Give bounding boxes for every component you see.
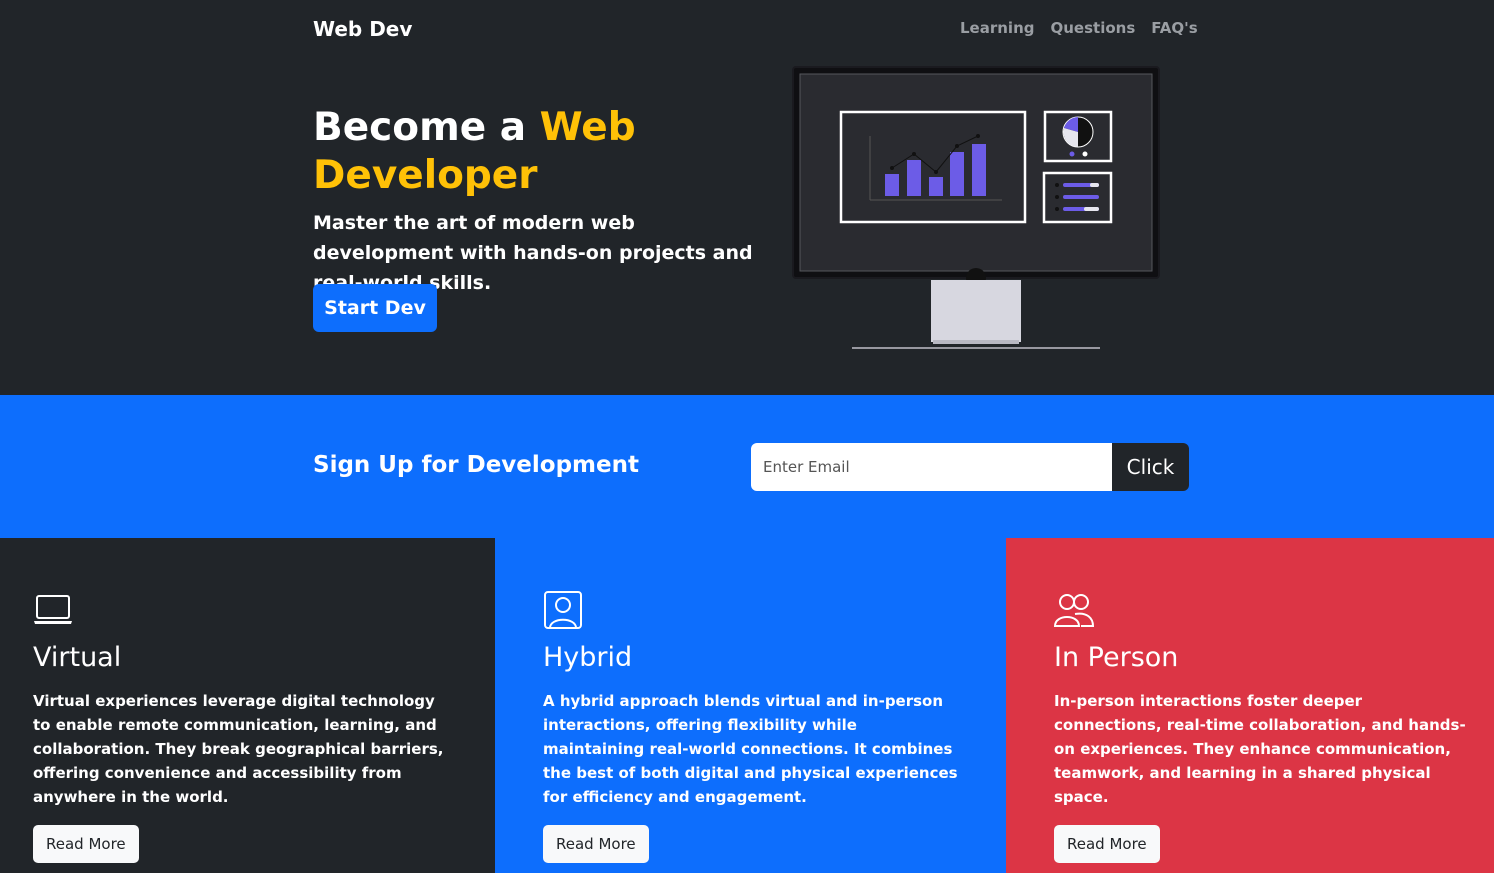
nav-links: Learning Questions FAQ's	[960, 19, 1198, 37]
laptop-icon	[34, 595, 72, 624]
card-text: In-person interactions foster deeper con…	[1054, 692, 1466, 806]
signup-submit-button[interactable]: Click	[1112, 443, 1189, 491]
email-input[interactable]	[751, 443, 1112, 491]
read-more-button[interactable]: Read More	[33, 825, 139, 863]
card-text: A hybrid approach blends virtual and in-…	[543, 692, 958, 806]
brand-logo[interactable]: Web Dev	[313, 17, 412, 41]
top-navbar: Web Dev Learning Questions FAQ's	[0, 0, 1494, 58]
signup-title: Sign Up for Development	[313, 452, 639, 478]
hero-title: Become a Web Developer	[313, 104, 753, 200]
card-virtual: Virtual Virtual experiences leverage dig…	[0, 538, 495, 873]
start-dev-button[interactable]: Start Dev	[313, 284, 437, 332]
monitor-dashboard-illustration	[792, 66, 1160, 349]
card-text: Virtual experiences leverage digital tec…	[33, 692, 444, 806]
card-hybrid: Hybrid A hybrid approach blends virtual …	[495, 538, 1006, 873]
card-title: In Person	[1054, 642, 1179, 673]
nav-link-questions[interactable]: Questions	[1051, 19, 1136, 37]
read-more-button[interactable]: Read More	[543, 825, 649, 863]
hero-section: Become a Web Developer Master the art of…	[0, 0, 1494, 395]
person-badge-icon	[544, 591, 582, 629]
people-icon	[1054, 594, 1094, 627]
card-title: Virtual	[33, 642, 122, 673]
signup-section: Sign Up for Development Click	[0, 395, 1494, 538]
card-in-person: In Person In-person interactions foster …	[1006, 538, 1494, 873]
nav-link-learning[interactable]: Learning	[960, 19, 1035, 37]
card-title: Hybrid	[543, 642, 633, 673]
hero-title-lead: Become a	[313, 105, 540, 150]
nav-link-faqs[interactable]: FAQ's	[1151, 19, 1197, 37]
read-more-button[interactable]: Read More	[1054, 825, 1160, 863]
